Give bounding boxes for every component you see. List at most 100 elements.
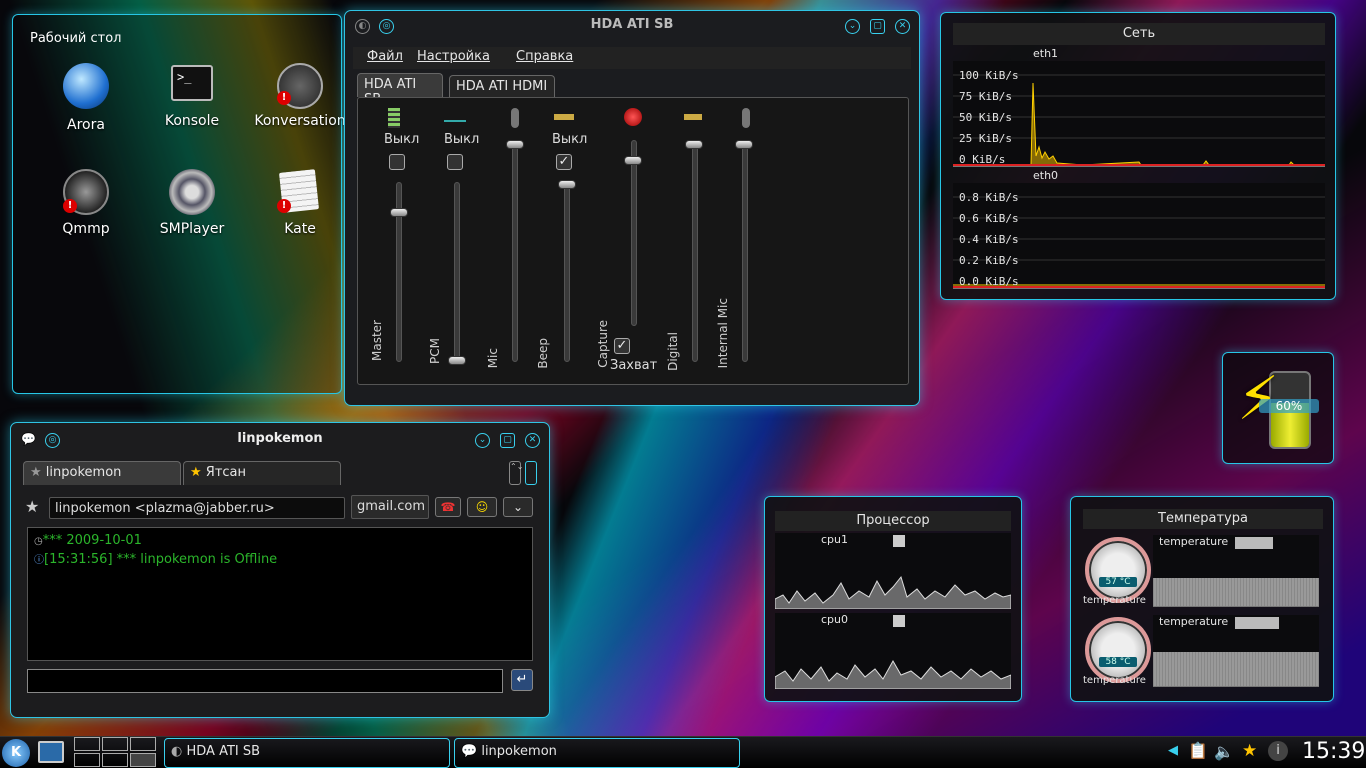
gauge-label: temperature [1083, 675, 1146, 686]
temperature-title: Температура [1083, 509, 1323, 529]
mic-volume-handle[interactable] [506, 140, 524, 149]
warning-badge-icon: ! [277, 199, 291, 213]
pager-desktop-6[interactable] [130, 753, 156, 767]
pin-icon[interactable]: ◎ [45, 433, 60, 448]
microphone-icon [511, 108, 519, 128]
menu-settings[interactable]: Настройка [417, 49, 490, 64]
eth0-tick: 0.8 KiB/s [959, 191, 1019, 204]
clock[interactable]: 15:39 [1302, 739, 1365, 764]
tray-expand-icon[interactable]: ◀ [1168, 743, 1178, 758]
arora-icon [63, 63, 109, 109]
temperature-graph: temperature [1153, 615, 1319, 687]
chat-window: linpokemon 💬 ◎ ⌄ ▢ ✕ ★ linpokemon ★ Ятса… [10, 422, 550, 718]
task-chat[interactable]: 💬 linpokemon [454, 738, 740, 768]
mic-volume-slider[interactable] [512, 140, 518, 362]
microphone-icon [742, 108, 750, 128]
chat-message: ◷*** 2009-10-01 [34, 533, 142, 548]
desktop-icon-smplayer[interactable]: SMPlayer [147, 169, 237, 249]
pager-desktop-2[interactable] [102, 737, 128, 751]
show-desktop-icon[interactable] [38, 741, 64, 763]
battery-widget[interactable]: ⚡ 60% [1222, 352, 1334, 464]
eth0-tick: 0.2 KiB/s [959, 254, 1019, 267]
kde-menu-icon[interactable]: K [2, 739, 30, 767]
interface-name: eth0 [1033, 169, 1059, 182]
contact-star-icon[interactable]: ★ [25, 497, 39, 516]
menu-help[interactable]: Справка [516, 49, 573, 64]
tab-hda-ati-hdmi[interactable]: HDA ATI HDMI [449, 75, 555, 99]
volume-icon[interactable]: 🔈 [1214, 742, 1234, 761]
system-tray: ◀ 📋 🔈 ★ i [1164, 739, 1294, 767]
pcm-mute-checkbox[interactable] [447, 154, 463, 170]
master-volume-handle[interactable] [390, 208, 408, 217]
smiley-button[interactable]: ☺ [467, 497, 497, 517]
channel-label: PCM [428, 338, 442, 364]
tab-label: linpokemon [45, 465, 122, 480]
gauge-label: temperature [1083, 595, 1146, 606]
film-reel-icon [169, 169, 215, 215]
close-icon[interactable]: ✕ [525, 433, 540, 448]
master-mute-checkbox[interactable] [389, 154, 405, 170]
pcm-volume-handle[interactable] [448, 356, 466, 365]
desktop-icon-konversation[interactable]: ! Konversation [254, 63, 346, 153]
mixer-title: HDA ATI SB [590, 17, 674, 32]
eth1-tick: 25 KiB/s [959, 132, 1012, 145]
channel-label: Internal Mic [716, 298, 730, 369]
capture-volume-slider[interactable] [631, 140, 637, 326]
maximize-icon[interactable]: ▢ [500, 433, 515, 448]
internal-mic-volume-handle[interactable] [735, 140, 753, 149]
pager-desktop-4[interactable] [74, 753, 100, 767]
digital-volume-slider[interactable] [692, 140, 698, 362]
temperature-graph: temperature [1153, 535, 1319, 607]
favorites-star-icon[interactable]: ★ [1242, 741, 1257, 761]
send-button[interactable]: ↵ [511, 669, 533, 691]
task-mixer[interactable]: ◐ HDA ATI SB [164, 738, 450, 768]
mute-label: Выкл [552, 132, 588, 147]
beep-mute-checkbox[interactable]: ✓ [556, 154, 572, 170]
eth1-tick: 50 KiB/s [959, 111, 1012, 124]
internal-mic-volume-slider[interactable] [742, 140, 748, 362]
beep-volume-handle[interactable] [558, 180, 576, 189]
tab-yatsan[interactable]: ★ Ятсан [183, 461, 341, 485]
chat-input[interactable] [27, 669, 503, 693]
capture-checkbox[interactable]: ✓ [614, 338, 630, 354]
mixer-menubar: Файл Настройка Справка [353, 47, 911, 69]
minimize-icon[interactable]: ⌄ [845, 19, 860, 34]
pin-icon[interactable]: ◎ [379, 19, 394, 34]
network-title: Сеть [953, 23, 1325, 45]
capture-volume-handle[interactable] [624, 156, 642, 165]
contact-field: linpokemon <plazma@jabber.ru> [49, 497, 345, 519]
pager-desktop-1[interactable] [74, 737, 100, 751]
digital-volume-handle[interactable] [685, 140, 703, 149]
desktop-icon-arora[interactable]: Arora [41, 63, 131, 143]
window-menu-icon[interactable]: ◐ [355, 19, 370, 34]
star-icon: ★ [190, 465, 202, 480]
channel-label: Digital [666, 332, 680, 371]
options-dropdown-button[interactable]: ⌄ [503, 497, 533, 517]
tab-close-button[interactable] [525, 461, 537, 485]
desktop-folder-view: Рабочий стол Arora >_ Konsole ! Konversa… [12, 14, 346, 394]
maximize-icon[interactable]: ▢ [870, 19, 885, 34]
pager-desktop-5[interactable] [102, 753, 128, 767]
pcm-volume-slider[interactable] [454, 182, 460, 362]
chat-bubble-icon[interactable]: 💬 [21, 433, 36, 448]
tab-hda-ati-sb[interactable]: HDA ATI SB [357, 73, 443, 107]
tab-linpokemon[interactable]: ★ linpokemon [23, 461, 181, 485]
beep-volume-slider[interactable] [564, 182, 570, 362]
account-field[interactable]: gmail.com [351, 495, 429, 519]
tab-scroll-button[interactable]: ⌃⌄ [509, 461, 523, 485]
cpu-monitor-widget: Процессор cpu1 cpu0 [764, 496, 1022, 702]
menu-file[interactable]: Файл [367, 49, 403, 64]
digital-icon [684, 114, 702, 120]
eth0-tick: 0.4 KiB/s [959, 233, 1019, 246]
close-icon[interactable]: ✕ [895, 19, 910, 34]
desktop-icon-kate[interactable]: ! Kate [255, 169, 345, 249]
minimize-icon[interactable]: ⌄ [475, 433, 490, 448]
info-icon[interactable]: i [1268, 741, 1288, 761]
phone-button[interactable]: ☎ [435, 497, 461, 517]
chat-title: linpokemon [237, 431, 323, 446]
desktop-icon-qmmp[interactable]: ! Qmmp [41, 169, 131, 249]
sensor-label: temperature [1159, 615, 1229, 628]
clipboard-icon[interactable]: 📋 [1188, 741, 1208, 760]
pager-desktop-3[interactable] [130, 737, 156, 751]
desktop-icon-konsole[interactable]: >_ Konsole [147, 63, 237, 143]
